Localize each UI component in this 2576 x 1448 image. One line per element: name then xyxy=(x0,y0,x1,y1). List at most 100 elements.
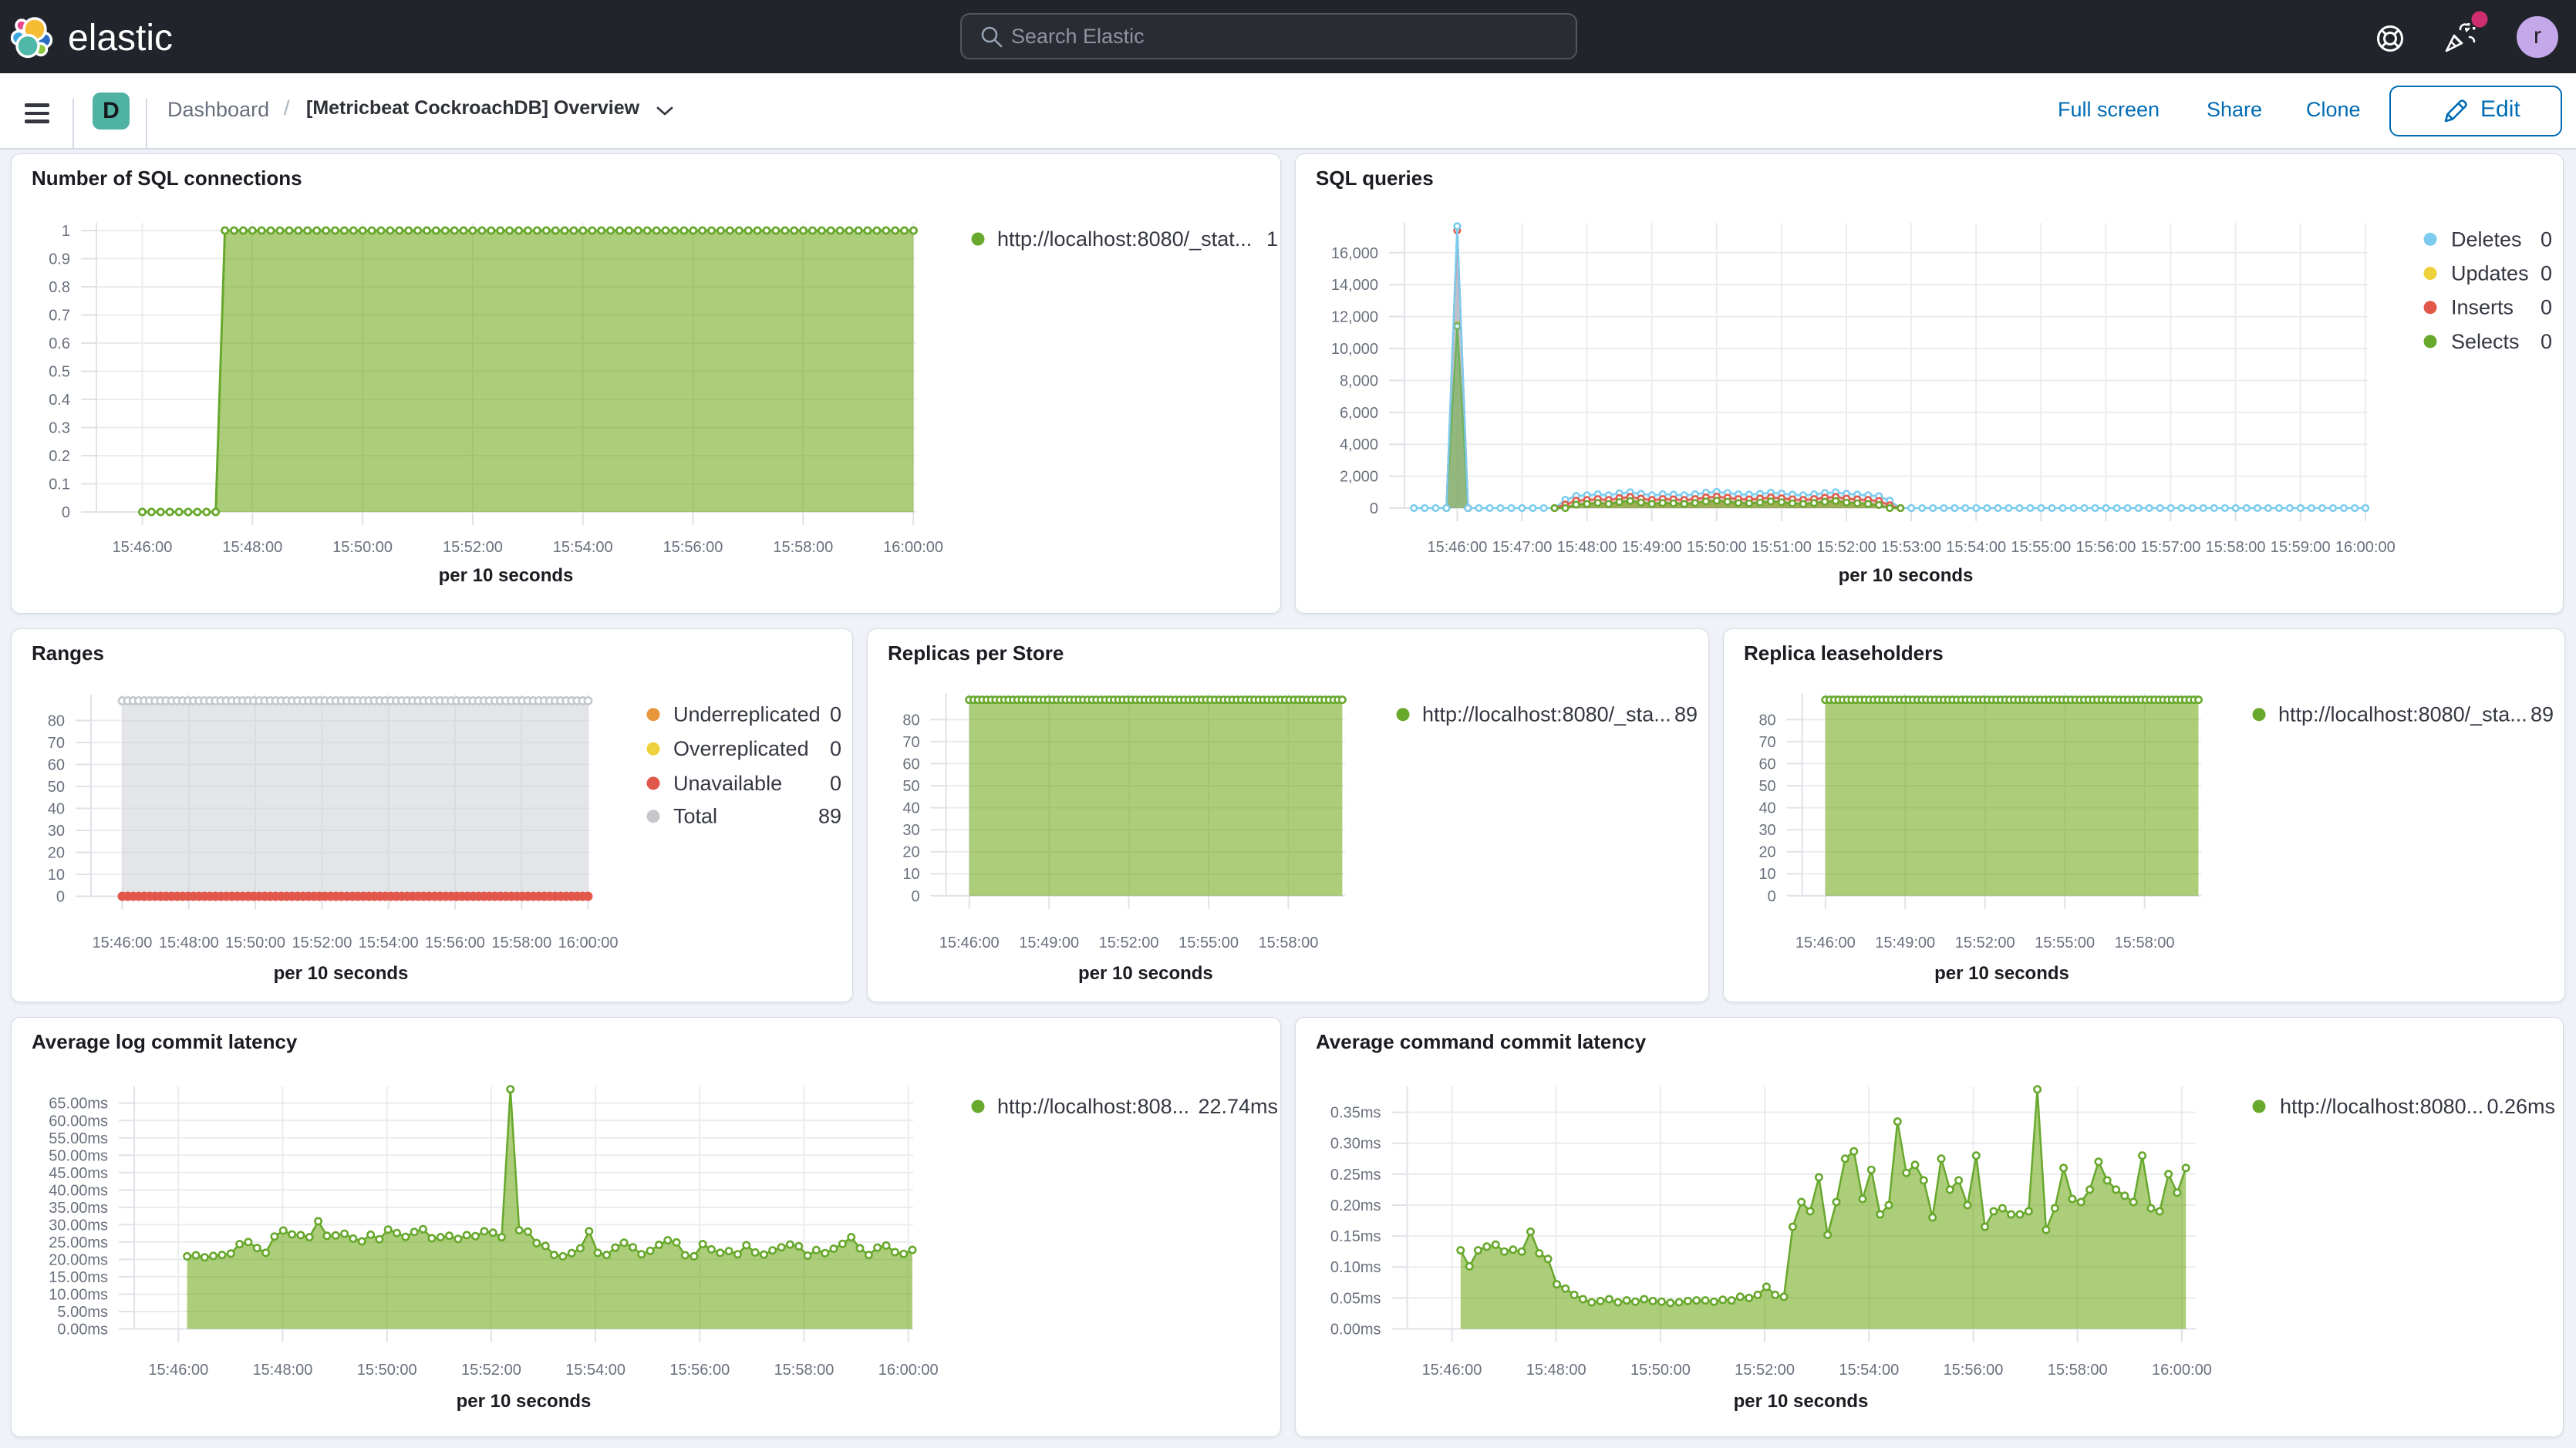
svg-text:8,000: 8,000 xyxy=(1340,372,1378,389)
svg-text:80: 80 xyxy=(1758,712,1775,729)
svg-text:45.00ms: 45.00ms xyxy=(49,1165,108,1182)
svg-text:0: 0 xyxy=(830,772,841,795)
svg-text:0.6: 0.6 xyxy=(49,335,70,352)
svg-text:80: 80 xyxy=(48,713,65,730)
svg-text:20: 20 xyxy=(902,844,919,861)
svg-text:per 10 seconds: per 10 seconds xyxy=(1934,963,2069,984)
svg-text:16:00:00: 16:00:00 xyxy=(878,1362,939,1379)
svg-text:0: 0 xyxy=(830,703,841,726)
svg-text:22.74ms: 22.74ms xyxy=(1198,1095,1278,1118)
svg-text:http://localhost:8080/_sta...: http://localhost:8080/_sta... xyxy=(2278,703,2527,726)
svg-text:Updates: Updates xyxy=(2451,262,2529,285)
svg-text:89: 89 xyxy=(818,805,841,828)
svg-text:15:47:00: 15:47:00 xyxy=(1492,539,1553,556)
svg-text:15:58:00: 15:58:00 xyxy=(1259,934,1319,951)
svg-text:60: 60 xyxy=(1758,756,1775,773)
svg-text:15:46:00: 15:46:00 xyxy=(1422,1362,1482,1379)
svg-text:30: 30 xyxy=(1758,822,1775,839)
svg-text:15:56:00: 15:56:00 xyxy=(669,1362,730,1379)
svg-text:15:56:00: 15:56:00 xyxy=(425,934,485,951)
svg-text:10: 10 xyxy=(1758,866,1775,883)
svg-text:15:46:00: 15:46:00 xyxy=(1795,934,1856,951)
svg-text:60: 60 xyxy=(48,757,65,774)
svg-text:1: 1 xyxy=(62,223,70,240)
svg-text:15:58:00: 15:58:00 xyxy=(2206,539,2266,556)
svg-text:15:55:00: 15:55:00 xyxy=(1178,934,1239,951)
svg-text:15:50:00: 15:50:00 xyxy=(1687,539,1747,556)
svg-text:10,000: 10,000 xyxy=(1331,341,1378,358)
svg-text:16:00:00: 16:00:00 xyxy=(558,934,619,951)
svg-text:per 10 seconds: per 10 seconds xyxy=(1839,565,1974,586)
svg-text:per 10 seconds: per 10 seconds xyxy=(439,565,574,586)
svg-text:60: 60 xyxy=(902,756,919,773)
svg-text:Total: Total xyxy=(673,805,717,828)
svg-text:40: 40 xyxy=(48,801,65,818)
svg-text:15:46:00: 15:46:00 xyxy=(93,934,153,951)
svg-text:15:48:00: 15:48:00 xyxy=(253,1362,313,1379)
svg-text:25.00ms: 25.00ms xyxy=(49,1234,108,1251)
svg-text:0.00ms: 0.00ms xyxy=(57,1322,108,1339)
svg-text:0: 0 xyxy=(2541,296,2552,319)
svg-text:15:50:00: 15:50:00 xyxy=(332,539,393,556)
svg-text:50: 50 xyxy=(1758,778,1775,795)
svg-text:0.5: 0.5 xyxy=(49,364,70,381)
svg-text:15:52:00: 15:52:00 xyxy=(1955,934,2015,951)
svg-text:10.00ms: 10.00ms xyxy=(49,1287,108,1304)
svg-text:http://localhost:8080...: http://localhost:8080... xyxy=(2280,1095,2483,1118)
svg-text:15:46:00: 15:46:00 xyxy=(939,934,1000,951)
svg-text:15:54:00: 15:54:00 xyxy=(359,934,419,951)
svg-text:0: 0 xyxy=(2541,330,2552,353)
svg-text:10: 10 xyxy=(48,867,65,884)
svg-text:15:59:00: 15:59:00 xyxy=(2271,539,2331,556)
svg-text:per 10 seconds: per 10 seconds xyxy=(274,963,409,984)
svg-text:40.00ms: 40.00ms xyxy=(49,1182,108,1199)
svg-text:0.4: 0.4 xyxy=(49,392,70,409)
svg-text:20.00ms: 20.00ms xyxy=(49,1251,108,1268)
svg-text:65.00ms: 65.00ms xyxy=(49,1096,108,1113)
svg-text:20: 20 xyxy=(48,845,65,862)
svg-text:0.05ms: 0.05ms xyxy=(1330,1290,1381,1307)
svg-text:15:46:00: 15:46:00 xyxy=(1427,539,1487,556)
svg-text:15:48:00: 15:48:00 xyxy=(1557,539,1617,556)
svg-text:15:58:00: 15:58:00 xyxy=(491,934,551,951)
svg-text:16:00:00: 16:00:00 xyxy=(883,539,943,556)
svg-text:2,000: 2,000 xyxy=(1340,469,1378,486)
svg-text:15:56:00: 15:56:00 xyxy=(663,539,723,556)
svg-text:89: 89 xyxy=(2530,703,2554,726)
svg-text:15:58:00: 15:58:00 xyxy=(2048,1362,2108,1379)
svg-text:15:48:00: 15:48:00 xyxy=(159,934,219,951)
svg-text:15:49:00: 15:49:00 xyxy=(1875,934,1935,951)
svg-text:0.20ms: 0.20ms xyxy=(1330,1197,1381,1214)
svg-text:0: 0 xyxy=(1768,888,1776,905)
svg-text:per 10 seconds: per 10 seconds xyxy=(1078,963,1213,984)
svg-text:50.00ms: 50.00ms xyxy=(49,1147,108,1164)
svg-text:70: 70 xyxy=(48,735,65,752)
svg-text:15:52:00: 15:52:00 xyxy=(461,1362,521,1379)
svg-text:55.00ms: 55.00ms xyxy=(49,1130,108,1147)
svg-text:0.30ms: 0.30ms xyxy=(1330,1136,1381,1153)
svg-text:Deletes: Deletes xyxy=(2451,227,2522,251)
svg-text:5.00ms: 5.00ms xyxy=(57,1304,108,1321)
svg-text:1: 1 xyxy=(1266,227,1278,251)
svg-text:0.3: 0.3 xyxy=(49,420,70,437)
svg-text:89: 89 xyxy=(1674,703,1698,726)
svg-text:6,000: 6,000 xyxy=(1340,405,1378,422)
svg-text:15:52:00: 15:52:00 xyxy=(1099,934,1159,951)
svg-text:0: 0 xyxy=(830,737,841,760)
svg-text:0.9: 0.9 xyxy=(49,251,70,268)
svg-text:per 10 seconds: per 10 seconds xyxy=(1734,1391,1869,1412)
svg-text:15:52:00: 15:52:00 xyxy=(1735,1362,1795,1379)
svg-text:15:54:00: 15:54:00 xyxy=(1839,1362,1899,1379)
svg-text:15:58:00: 15:58:00 xyxy=(773,539,833,556)
svg-text:15:54:00: 15:54:00 xyxy=(565,1362,625,1379)
svg-text:15:53:00: 15:53:00 xyxy=(1881,539,1941,556)
svg-text:15:52:00: 15:52:00 xyxy=(443,539,503,556)
svg-text:0.35ms: 0.35ms xyxy=(1330,1105,1381,1122)
svg-text:http://localhost:8080/_sta...: http://localhost:8080/_sta... xyxy=(1422,703,1671,726)
svg-text:Overreplicated: Overreplicated xyxy=(673,737,809,760)
svg-text:15:58:00: 15:58:00 xyxy=(774,1362,835,1379)
svg-text:15:50:00: 15:50:00 xyxy=(225,934,285,951)
svg-text:80: 80 xyxy=(902,712,919,729)
svg-text:15:56:00: 15:56:00 xyxy=(1944,1362,2004,1379)
svg-text:16,000: 16,000 xyxy=(1331,245,1378,262)
